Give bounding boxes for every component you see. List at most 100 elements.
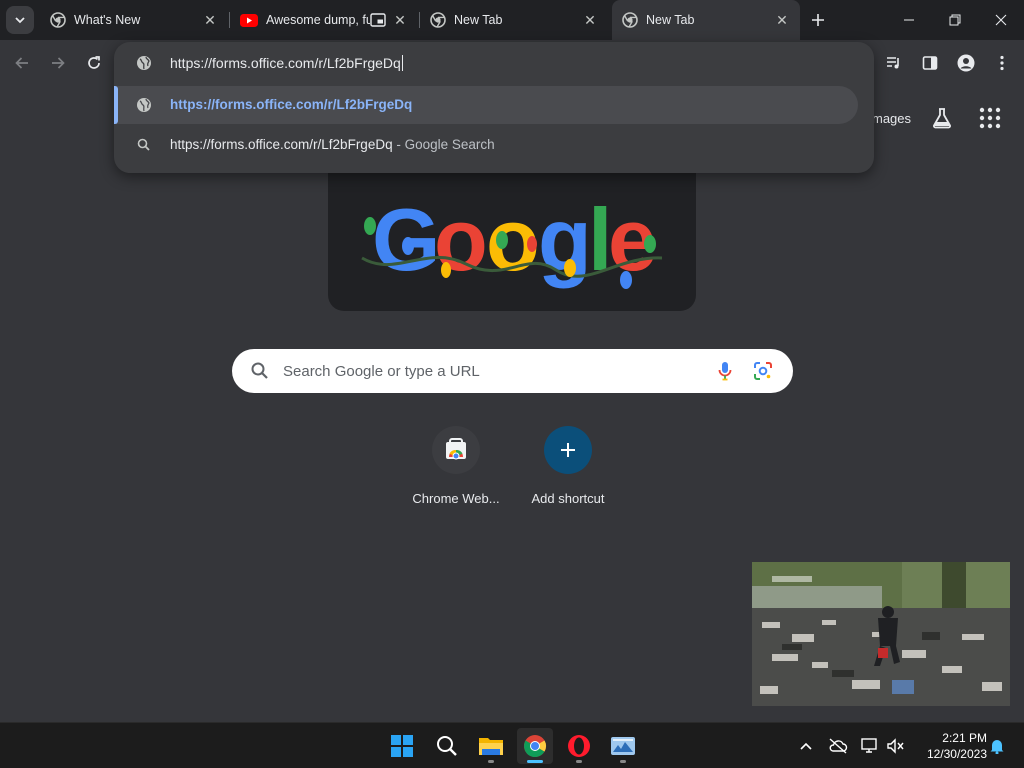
voice-search-button[interactable] [718, 361, 732, 386]
reload-button[interactable] [80, 49, 108, 77]
taskbar-file-explorer[interactable] [473, 728, 509, 764]
tab-strip: What's New ✕ Awesome dump, fu ✕ New Tab … [0, 0, 1024, 40]
shortcut-label: Add shortcut [531, 491, 605, 506]
media-controls-button[interactable] [880, 49, 908, 77]
back-button[interactable] [8, 49, 36, 77]
apps-grid-icon [979, 107, 1001, 129]
profile-icon [957, 54, 975, 72]
shortcut-tile [544, 426, 592, 474]
running-indicator [620, 760, 626, 763]
suggestion-search[interactable]: https://forms.office.com/r/Lf2bFrgeDq - … [114, 126, 858, 164]
taskbar-chrome[interactable] [517, 728, 553, 764]
address-input[interactable]: https://forms.office.com/r/Lf2bFrgeDq [170, 55, 403, 71]
search-icon [251, 362, 268, 379]
side-panel-icon [922, 56, 938, 70]
video-frame [752, 562, 1010, 706]
close-icon[interactable]: ✕ [202, 12, 218, 28]
close-window-button[interactable] [978, 0, 1024, 40]
monitor-network-icon [861, 738, 877, 753]
notifications-button[interactable] [985, 734, 1009, 758]
microphone-icon [718, 362, 732, 381]
chevron-down-icon [15, 17, 25, 24]
opera-icon [568, 735, 590, 757]
tab-youtube[interactable]: Awesome dump, fu ✕ [230, 0, 418, 40]
ntp-search-box[interactable]: Search Google or type a URL [232, 349, 793, 393]
windows-logo-icon [391, 735, 413, 757]
tab-title: New Tab [454, 13, 503, 27]
chrome-web-store-icon [446, 438, 466, 460]
new-tab-button[interactable] [806, 8, 830, 32]
tab-whats-new[interactable]: What's New ✕ [40, 0, 228, 40]
menu-button[interactable] [988, 49, 1016, 77]
address-bar[interactable]: https://forms.office.com/r/Lf2bFrgeDq [114, 42, 874, 84]
search-icon [137, 138, 150, 151]
arrow-right-icon [52, 57, 65, 69]
images-link[interactable]: mages [872, 111, 911, 126]
taskbar-photos[interactable] [605, 728, 641, 764]
lens-search-button[interactable] [753, 361, 773, 386]
active-indicator [527, 760, 543, 763]
google-doodle-logo: G o o g l e [361, 190, 663, 289]
suggestion-text: https://forms.office.com/r/Lf2bFrgeDq [170, 97, 413, 112]
minimize-button[interactable] [886, 0, 932, 40]
system-clock[interactable]: 2:21 PM 12/30/2023 [913, 730, 987, 762]
labs-button[interactable] [930, 106, 954, 135]
chrome-icon [622, 12, 638, 28]
tab-new-tab-active[interactable]: New Tab ✕ [612, 0, 800, 40]
picture-in-picture-window[interactable] [752, 562, 1010, 706]
globe-icon [137, 56, 151, 70]
chrome-icon [50, 12, 66, 28]
cloud-off-icon [829, 738, 848, 754]
shortcut-tile [432, 426, 480, 474]
more-vertical-icon [1000, 55, 1004, 71]
image-viewer-icon [611, 737, 635, 755]
onedrive-button[interactable] [826, 734, 850, 758]
tab-search-button[interactable] [6, 6, 34, 34]
selection-indicator [114, 86, 118, 124]
search-icon [437, 736, 457, 756]
tab-title: New Tab [646, 13, 695, 27]
close-icon[interactable]: ✕ [774, 12, 790, 28]
show-hidden-icons-button[interactable] [794, 734, 818, 758]
taskbar: 2:21 PM 12/30/2023 [0, 722, 1024, 768]
minimize-icon [904, 19, 914, 21]
close-icon[interactable]: ✕ [392, 12, 408, 28]
google-doodle[interactable]: G o o g l e [328, 172, 696, 311]
start-button[interactable] [384, 728, 420, 764]
google-lens-icon [754, 362, 772, 380]
taskbar-search-button[interactable] [429, 728, 465, 764]
flask-icon [933, 108, 951, 129]
shortcut-label: Chrome Web... [412, 491, 500, 506]
running-indicator [488, 760, 494, 763]
restore-icon [949, 14, 961, 26]
google-apps-button[interactable] [979, 107, 1001, 134]
suggestion-url[interactable]: https://forms.office.com/r/Lf2bFrgeDq [114, 86, 858, 124]
plus-icon [561, 443, 575, 457]
picture-in-picture-icon [370, 13, 386, 27]
clock-date: 12/30/2023 [926, 747, 987, 761]
side-panel-button[interactable] [916, 49, 944, 77]
volume-button[interactable] [884, 734, 908, 758]
profile-button[interactable] [952, 49, 980, 77]
bell-icon [990, 740, 1004, 754]
youtube-icon [240, 13, 258, 27]
globe-icon [137, 98, 151, 112]
forward-button[interactable] [44, 49, 72, 77]
restore-button[interactable] [932, 0, 978, 40]
tab-new-tab[interactable]: New Tab ✕ [420, 0, 608, 40]
chrome-icon [524, 735, 546, 757]
taskbar-opera[interactable] [561, 728, 597, 764]
omnibox-popup: https://forms.office.com/r/Lf2bFrgeDq ht… [114, 42, 874, 173]
network-button[interactable] [858, 734, 882, 758]
suggestion-text: https://forms.office.com/r/Lf2bFrgeDq - … [170, 137, 495, 152]
tab-title: Awesome dump, fu [266, 13, 370, 27]
add-shortcut-button[interactable]: Add shortcut [512, 426, 624, 506]
reload-icon [88, 56, 100, 69]
close-icon [995, 14, 1007, 26]
running-indicator [576, 760, 582, 763]
close-icon[interactable]: ✕ [582, 12, 598, 28]
shortcut-chrome-web-store[interactable]: Chrome Web... [400, 426, 512, 506]
clock-time: 2:21 PM [942, 731, 987, 745]
speaker-muted-icon [887, 738, 904, 754]
arrow-left-icon [15, 57, 28, 69]
